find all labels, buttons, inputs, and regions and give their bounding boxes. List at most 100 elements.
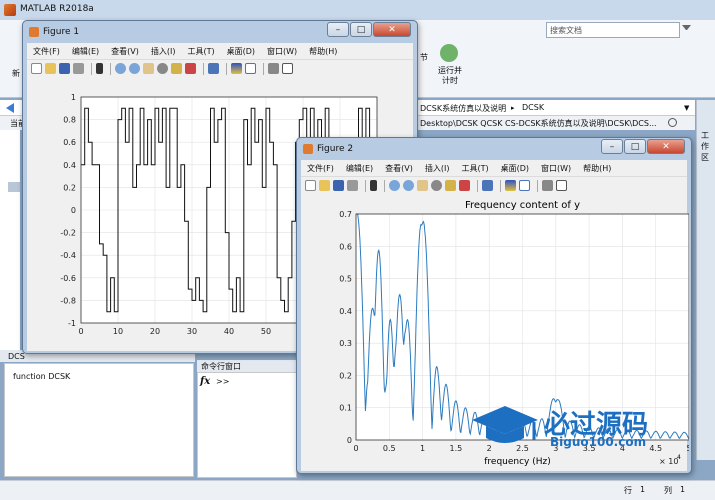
menu-insert[interactable]: 插入(I) — [419, 163, 456, 174]
x-exponent-label: × 10 — [659, 457, 678, 466]
figure2-titlebar[interactable]: Figure 2 – □ ✕ — [297, 138, 691, 160]
watermark-en: Biguo100.com — [550, 435, 647, 449]
minimize-button[interactable]: – — [601, 139, 623, 154]
zoom-in-icon[interactable] — [115, 63, 126, 74]
y-tick-label: -1 — [68, 319, 76, 328]
menu-window[interactable]: 窗口(W) — [535, 163, 577, 174]
figure-icon — [303, 144, 313, 154]
colorbar-icon[interactable] — [231, 63, 242, 74]
chevron-down-icon[interactable]: ▼ — [684, 104, 689, 112]
data-cursor-icon[interactable] — [171, 63, 182, 74]
close-button[interactable]: ✕ — [647, 139, 685, 154]
rotate-icon[interactable] — [157, 63, 168, 74]
open-icon[interactable] — [45, 63, 56, 74]
pan-hand-icon[interactable] — [417, 180, 428, 191]
status-row-label: 行 — [624, 486, 632, 495]
menu-file[interactable]: 文件(F) — [301, 163, 340, 174]
save-icon[interactable] — [333, 180, 344, 191]
close-button[interactable]: ✕ — [373, 22, 411, 37]
y-tick-label: 0.6 — [339, 242, 352, 251]
command-prompt: >> — [216, 377, 230, 386]
x-tick-label: 10 — [113, 327, 123, 336]
brush-icon[interactable] — [459, 180, 470, 191]
rotate-icon[interactable] — [431, 180, 442, 191]
y-tick-label: 0.4 — [339, 307, 352, 316]
zoom-in-icon[interactable] — [389, 180, 400, 191]
x-exponent-power: 4 — [677, 454, 681, 461]
workspace-vtab[interactable]: 工作区 — [696, 100, 715, 460]
menu-edit[interactable]: 编辑(E) — [340, 163, 379, 174]
circle-icon[interactable] — [668, 118, 677, 127]
toolbar-separator — [384, 179, 385, 192]
figure1-titlebar[interactable]: Figure 1 – □ ✕ — [23, 21, 417, 43]
hide-tools-icon[interactable] — [542, 180, 553, 191]
minimize-button[interactable]: – — [327, 22, 349, 37]
toolbar-separator — [110, 62, 111, 75]
menu-window[interactable]: 窗口(W) — [261, 46, 303, 57]
selected-row[interactable] — [8, 182, 20, 192]
maximize-button[interactable]: □ — [350, 22, 372, 37]
open-icon[interactable] — [319, 180, 330, 191]
menu-help[interactable]: 帮助(H) — [577, 163, 617, 174]
brush-icon[interactable] — [185, 63, 196, 74]
x-tick-label: 1 — [420, 444, 425, 453]
matlab-titlebar: MATLAB R2018a — [0, 0, 715, 20]
path-item-0[interactable]: DCSK系统仿真以及说明 — [420, 103, 506, 114]
status-col-value: 1 — [680, 485, 686, 494]
zoom-out-icon[interactable] — [403, 180, 414, 191]
menu-insert[interactable]: 插入(I) — [145, 46, 182, 57]
data-cursor-icon[interactable] — [445, 180, 456, 191]
editor-panel[interactable]: function DCSK — [4, 363, 194, 477]
figure2-menubar: 文件(F) 编辑(E) 查看(V) 插入(I) 工具(T) 桌面(D) 窗口(W… — [301, 160, 687, 176]
show-tools-icon[interactable] — [282, 63, 293, 74]
x-tick-label: 30 — [187, 327, 197, 336]
menu-tools[interactable]: 工具(T) — [181, 46, 220, 57]
pointer-icon[interactable] — [96, 63, 103, 74]
status-row-value: 1 — [640, 485, 646, 494]
legend-icon[interactable] — [519, 180, 530, 191]
y-tick-label: 0 — [347, 436, 352, 445]
ribbon-label-section[interactable]: 节 — [420, 52, 428, 63]
pan-hand-icon[interactable] — [143, 63, 154, 74]
print-icon[interactable] — [73, 63, 84, 74]
menu-tools[interactable]: 工具(T) — [455, 163, 494, 174]
ribbon-label-new[interactable]: 新 — [12, 68, 20, 79]
save-icon[interactable] — [59, 63, 70, 74]
back-arrow-icon[interactable] — [6, 103, 14, 113]
y-tick-label: -0.4 — [60, 251, 76, 260]
new-figure-icon[interactable] — [305, 180, 316, 191]
figure2-toolbar — [301, 176, 687, 194]
toolbar-separator — [365, 179, 366, 192]
menu-help[interactable]: 帮助(H) — [303, 46, 343, 57]
run-advance-button[interactable]: 运行并计时 — [436, 66, 464, 86]
y-tick-label: -0.8 — [60, 296, 76, 305]
pointer-icon[interactable] — [370, 180, 377, 191]
hide-tools-icon[interactable] — [268, 63, 279, 74]
path-sep-icon: ▸ — [511, 104, 515, 112]
menu-desktop[interactable]: 桌面(D) — [221, 46, 261, 57]
maximize-button[interactable]: □ — [624, 139, 646, 154]
link-plot-icon[interactable] — [208, 63, 219, 74]
link-plot-icon[interactable] — [482, 180, 493, 191]
graduation-cap-icon — [472, 406, 538, 443]
menu-edit[interactable]: 编辑(E) — [66, 46, 105, 57]
run-advance-icon[interactable] — [440, 44, 458, 62]
print-icon[interactable] — [347, 180, 358, 191]
new-figure-icon[interactable] — [31, 63, 42, 74]
menu-desktop[interactable]: 桌面(D) — [495, 163, 535, 174]
show-tools-icon[interactable] — [556, 180, 567, 191]
figure2-title: Figure 2 — [317, 144, 354, 154]
colorbar-icon[interactable] — [505, 180, 516, 191]
toolbar-separator — [537, 179, 538, 192]
x-tick-label: 5 — [686, 444, 689, 453]
zoom-out-icon[interactable] — [129, 63, 140, 74]
search-docs-input[interactable]: 搜索文档 — [546, 22, 680, 38]
menu-view[interactable]: 查看(V) — [105, 46, 145, 57]
menu-view[interactable]: 查看(V) — [379, 163, 419, 174]
menu-file[interactable]: 文件(F) — [27, 46, 66, 57]
toolbar-separator — [203, 62, 204, 75]
command-window[interactable]: fx >> — [197, 372, 297, 478]
funnel-icon[interactable] — [682, 25, 691, 34]
legend-icon[interactable] — [245, 63, 256, 74]
path-item-1[interactable]: DCSK — [522, 103, 544, 112]
